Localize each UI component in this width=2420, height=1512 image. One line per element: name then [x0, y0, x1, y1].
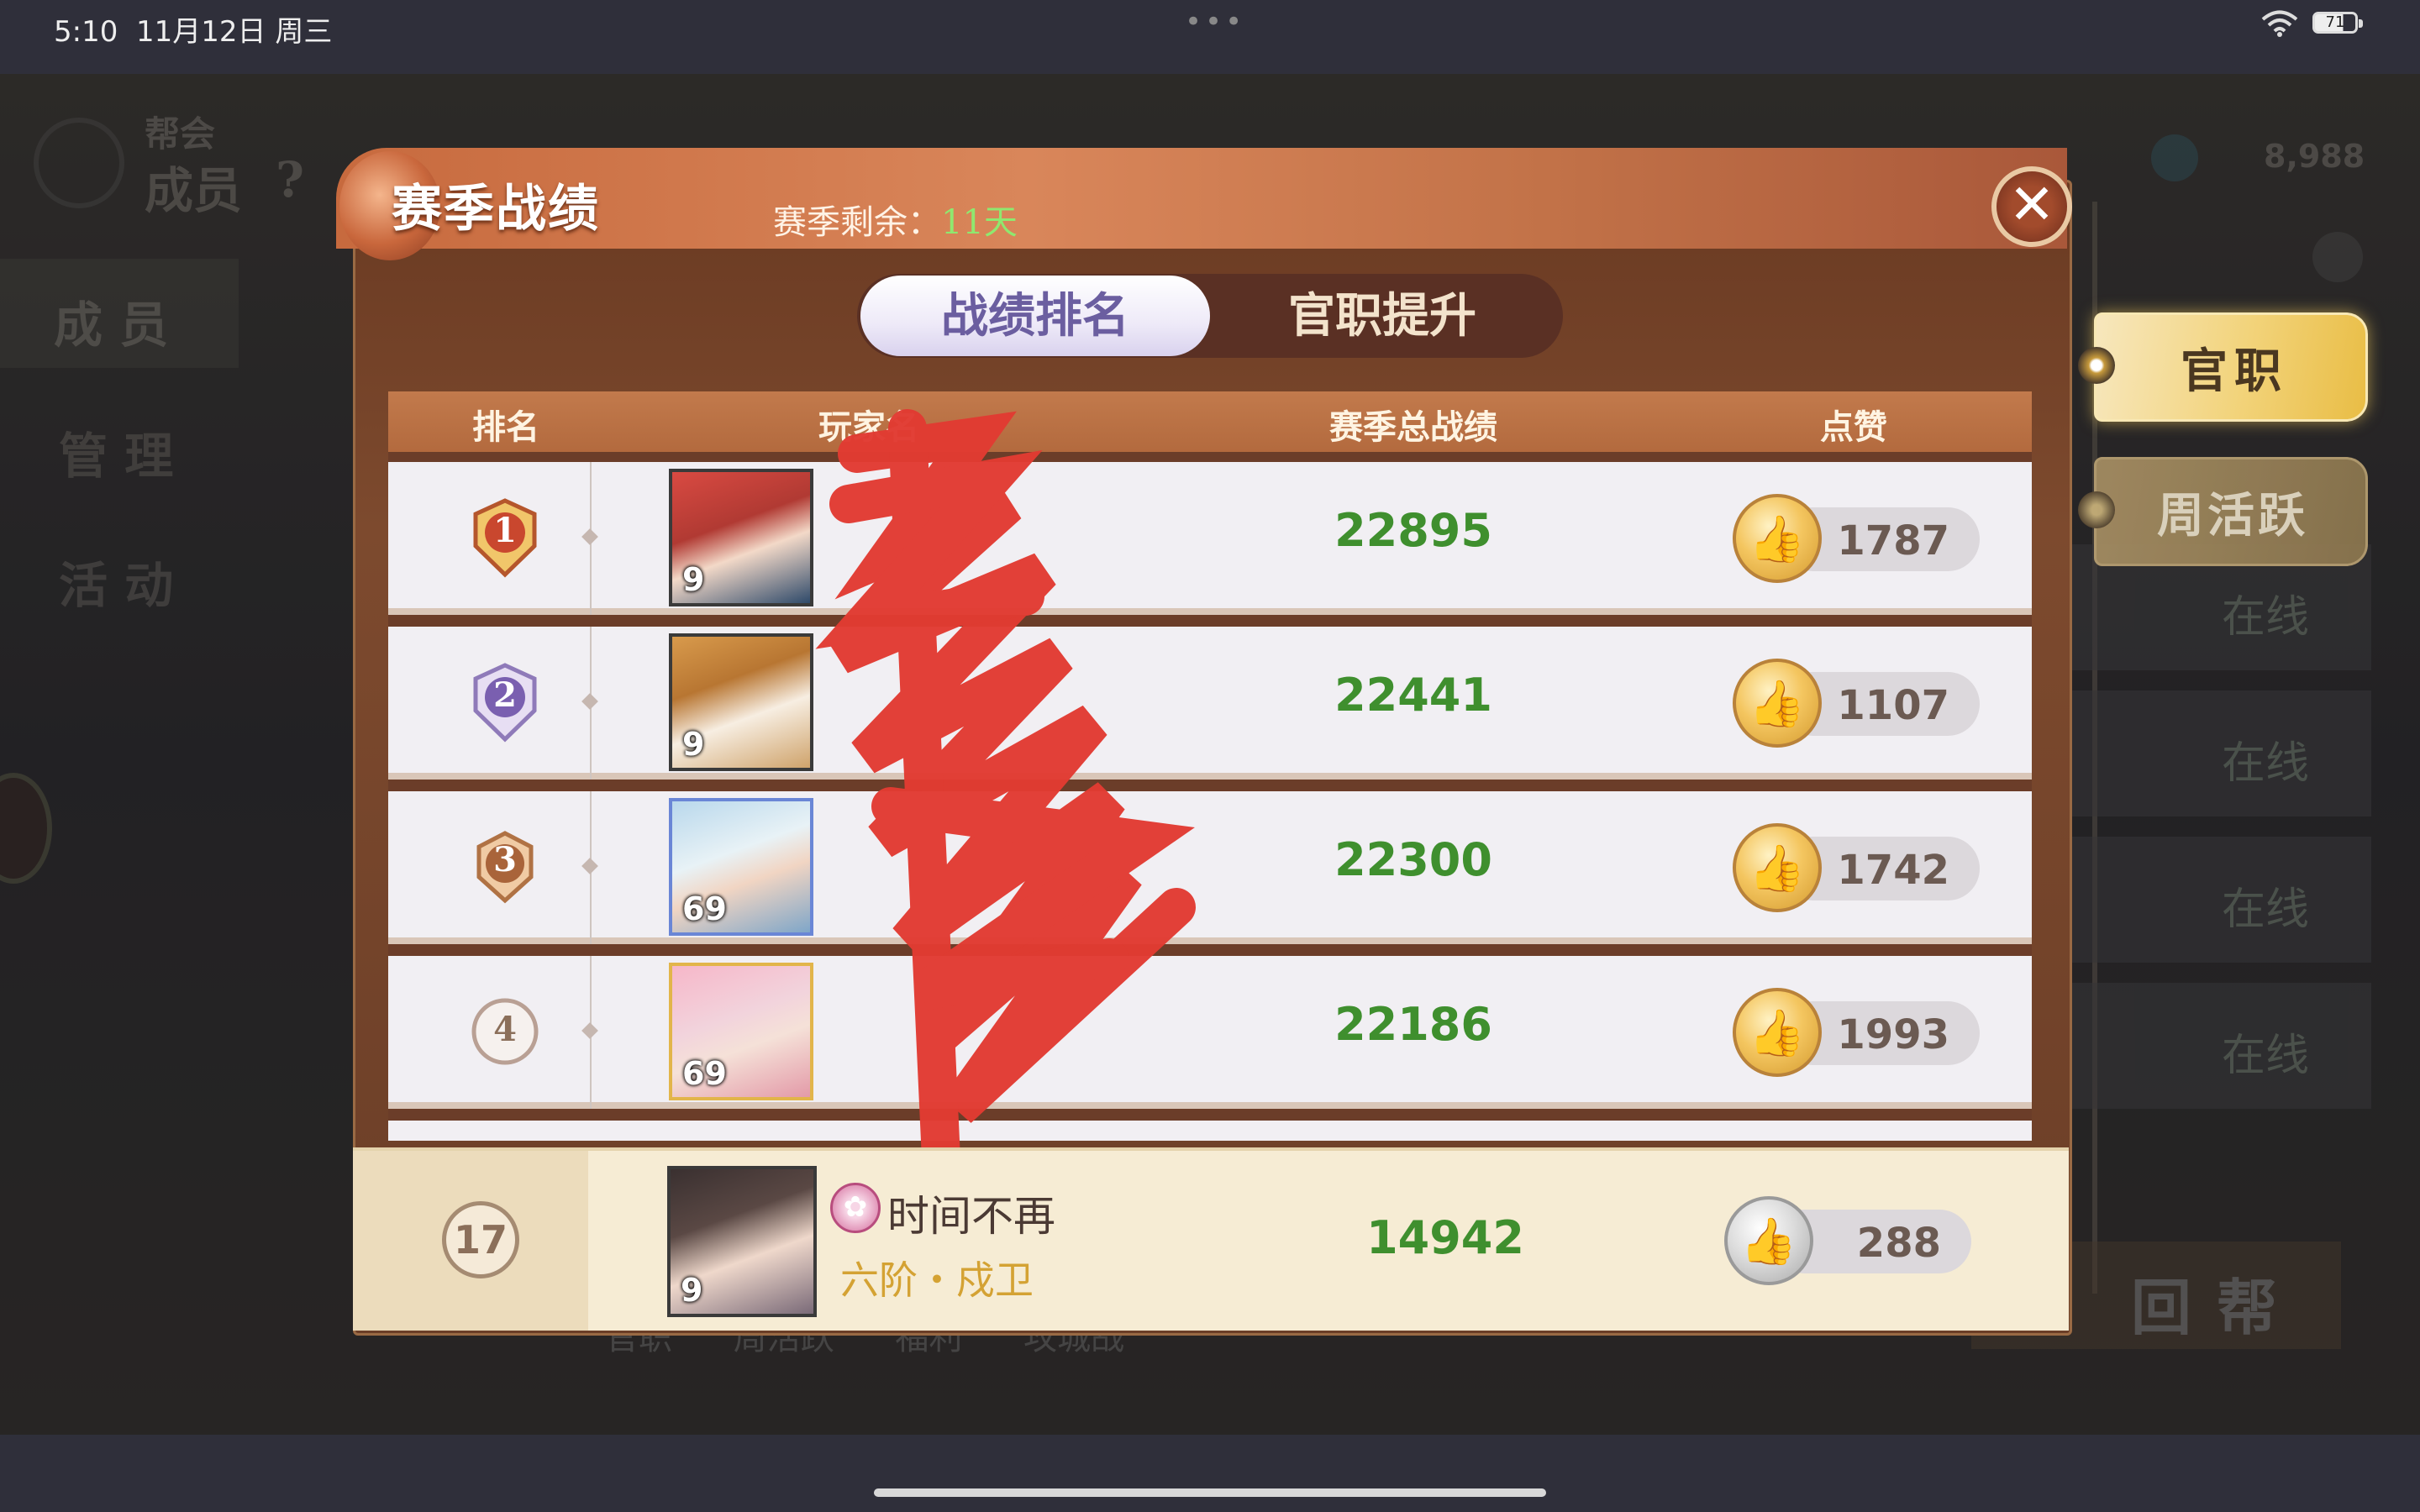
thumbs-up-icon[interactable]: 👍 [1733, 659, 1822, 748]
season-remaining: 赛季剩余：11天 [773, 203, 1018, 242]
my-season-score: 14942 [1366, 1211, 1524, 1264]
my-ranking-row[interactable]: 17 9 ✿ 时间不再 六阶・戍卫 14942 288 👍 [353, 1147, 2069, 1331]
avatar-level: 69 [682, 1055, 727, 1092]
my-avatar[interactable]: 9 [667, 1166, 817, 1317]
close-button[interactable]: ✕ [1991, 166, 2072, 247]
rank-bronze-badge-icon [476, 831, 534, 904]
thumbs-up-disabled-icon: 👍 [1724, 1196, 1813, 1285]
battery-icon: 71 [2312, 12, 2363, 34]
thumbs-up-icon[interactable]: 👍 [1733, 494, 1822, 583]
like-control[interactable]: 1107 👍 [1733, 659, 1985, 748]
avatar-level: 9 [682, 726, 705, 763]
status-bar: 5:10 11月12日 周三 ••• 71 [0, 0, 2420, 74]
my-like-control: 288 👍 [1724, 1196, 1976, 1289]
weekly-activity-button[interactable]: 周活跃 [2078, 457, 2368, 566]
multitask-dots[interactable]: ••• [1185, 5, 1245, 39]
rank-gold-badge-icon [473, 498, 537, 578]
like-control[interactable]: 1787 👍 [1733, 494, 1985, 583]
like-count: 1107 [1837, 682, 1949, 729]
diamond-icon [581, 858, 598, 874]
thumbs-up-icon[interactable]: 👍 [1733, 823, 1822, 912]
official-rank-button[interactable]: 官职 [2078, 312, 2368, 422]
status-time: 5:10 11月12日 周三 [54, 15, 333, 49]
column-score: 赛季总战绩 [1329, 407, 1497, 447]
diamond-icon [581, 1022, 598, 1039]
avatar-level: 9 [681, 1272, 703, 1309]
dialog-title: 赛季战绩 [392, 180, 600, 239]
selected-indicator-icon [2078, 347, 2115, 384]
tab-promotion[interactable]: 官职提升 [1210, 276, 1555, 356]
column-rank: 排名 [472, 407, 539, 447]
season-score: 22441 [1334, 669, 1492, 722]
my-official-title: 六阶・戍卫 [840, 1257, 1034, 1303]
season-score: 22186 [1334, 998, 1492, 1051]
rank-circle-icon [471, 998, 539, 1065]
avatar-level: 9 [682, 561, 705, 598]
like-count: 288 [1856, 1220, 1941, 1267]
rank-silver-badge-icon [473, 663, 537, 743]
indicator-icon [2078, 491, 2115, 528]
home-indicator[interactable] [874, 1488, 1546, 1497]
avatar-level: 69 [682, 890, 727, 927]
like-control[interactable]: 1742 👍 [1733, 823, 1985, 912]
diamond-icon [581, 693, 598, 710]
like-count: 1787 [1837, 517, 1949, 564]
like-count: 1993 [1837, 1011, 1949, 1058]
diamond-icon [581, 528, 598, 545]
column-likes: 点赞 [1820, 407, 1887, 447]
guild-flower-icon: ✿ [830, 1183, 881, 1233]
like-control[interactable]: 1993 👍 [1733, 988, 1985, 1077]
season-score: 22895 [1334, 504, 1492, 557]
wifi-icon [2261, 10, 2298, 37]
season-score: 22300 [1334, 833, 1492, 886]
system-bottom-bar [0, 1435, 2420, 1512]
thumbs-up-icon[interactable]: 👍 [1733, 988, 1822, 1077]
redaction-scribble [815, 409, 1196, 1159]
my-player-name: 时间不再 [887, 1192, 1055, 1241]
my-rank-number: 17 [442, 1201, 519, 1278]
like-count: 1742 [1837, 847, 1949, 894]
tab-ranking[interactable]: 战绩排名 [860, 276, 1210, 356]
